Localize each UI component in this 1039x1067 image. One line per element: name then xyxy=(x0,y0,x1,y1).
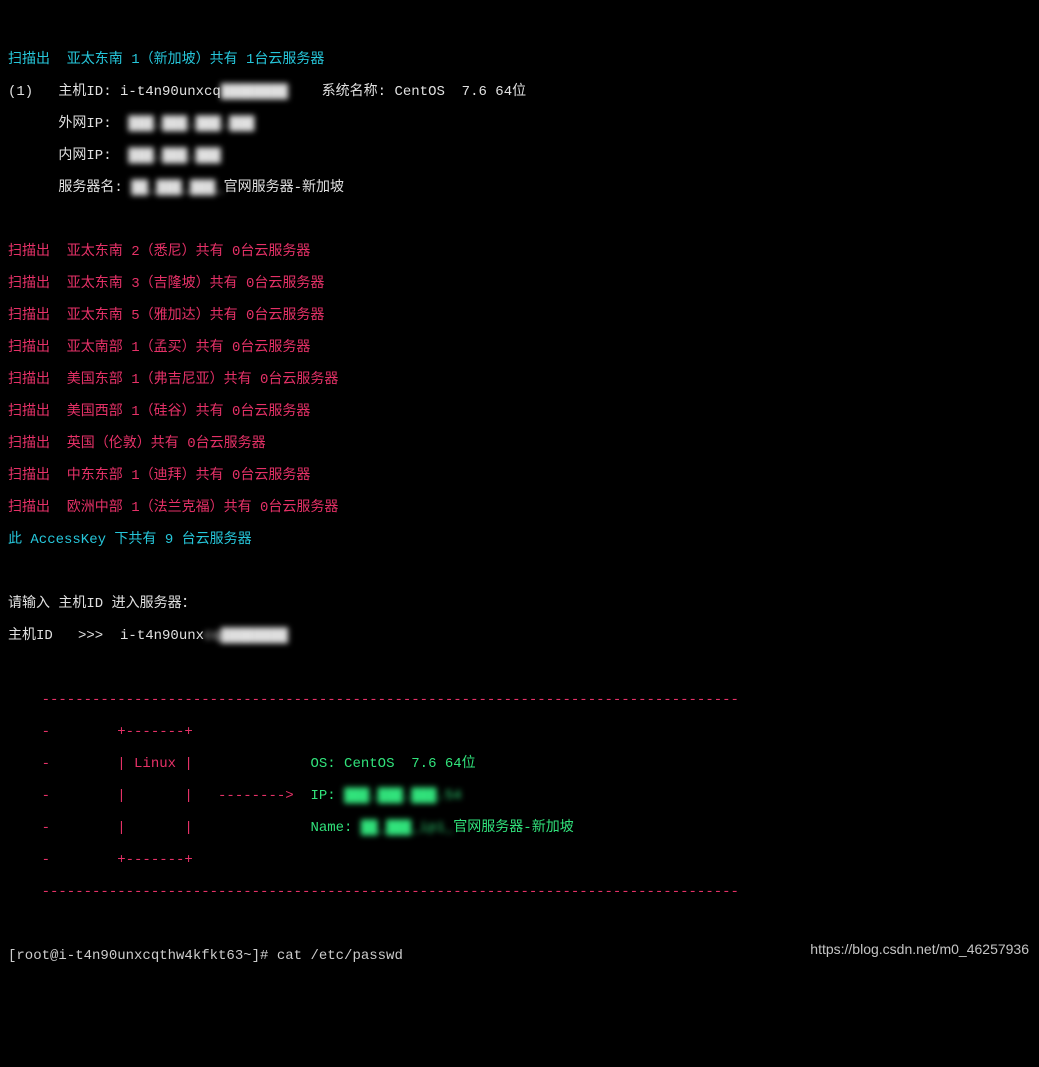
scan-line: 扫描出 亚太东南 3（吉隆坡）共有 0台云服务器 xyxy=(8,276,324,292)
scan-line: 扫描出 亚太南部 1（孟买）共有 0台云服务器 xyxy=(8,340,310,356)
host-line: (1) 主机ID: i-t4n90unxcq████████ 系统名称: Cen… xyxy=(8,84,526,100)
lan-line: 内网IP: ███.███.███ xyxy=(8,148,221,164)
scan-line: 扫描出 亚太东南 5（雅加达）共有 0台云服务器 xyxy=(8,308,324,324)
scan-line: 扫描出 欧洲中部 1（法兰克福）共有 0台云服务器 xyxy=(8,500,338,516)
name-line: 服务器名: ██_███_███_官网服务器-新加坡 xyxy=(8,180,344,196)
box-line: - +-------+ xyxy=(8,852,193,868)
prompt-enter: 请输入 主机ID 进入服务器： xyxy=(8,596,196,612)
blank-row xyxy=(8,212,16,228)
scan-line: 扫描出 美国西部 1（硅谷）共有 0台云服务器 xyxy=(8,404,310,420)
watermark: https://blog.csdn.net/m0_46257936 xyxy=(810,941,1029,957)
blank-row xyxy=(8,916,16,932)
scan-line: 扫描出 美国东部 1（弗吉尼亚）共有 0台云服务器 xyxy=(8,372,338,388)
total-line: 此 AccessKey 下共有 9 台云服务器 xyxy=(8,532,252,548)
box-line: - | | Name: ██_███_ip1_官网服务器-新加坡 xyxy=(8,820,574,836)
box-line: ----------------------------------------… xyxy=(8,692,739,708)
host-id-input[interactable]: 主机ID >>> i-t4n90unxcq████████ xyxy=(8,628,288,644)
scan-line: 扫描出 英国（伦敦）共有 0台云服务器 xyxy=(8,436,266,452)
wan-line: 外网IP: ███.███.███.███ xyxy=(8,116,254,132)
box-line: - +-------+ xyxy=(8,724,193,740)
shell-cmd[interactable]: [root@i-t4n90unxcqthw4kfkt63~]# cat /etc… xyxy=(8,948,403,964)
blank-row xyxy=(8,564,16,580)
blank-row xyxy=(8,660,16,676)
scan-line: 扫描出 中东东部 1（迪拜）共有 0台云服务器 xyxy=(8,468,310,484)
scan-line: 扫描出 亚太东南 1（新加坡）共有 1台云服务器 xyxy=(8,52,324,68)
box-line: - | | --------> IP: ███.███.███.54 xyxy=(8,788,462,804)
box-line: ----------------------------------------… xyxy=(8,884,739,900)
terminal-window[interactable]: 扫描出 亚太东南 1（新加坡）共有 1台云服务器 (1) 主机ID: i-t4n… xyxy=(0,32,1039,971)
box-line: - | Linux | OS: CentOS 7.6 64位 xyxy=(8,756,476,772)
scan-line: 扫描出 亚太东南 2（悉尼）共有 0台云服务器 xyxy=(8,244,310,260)
